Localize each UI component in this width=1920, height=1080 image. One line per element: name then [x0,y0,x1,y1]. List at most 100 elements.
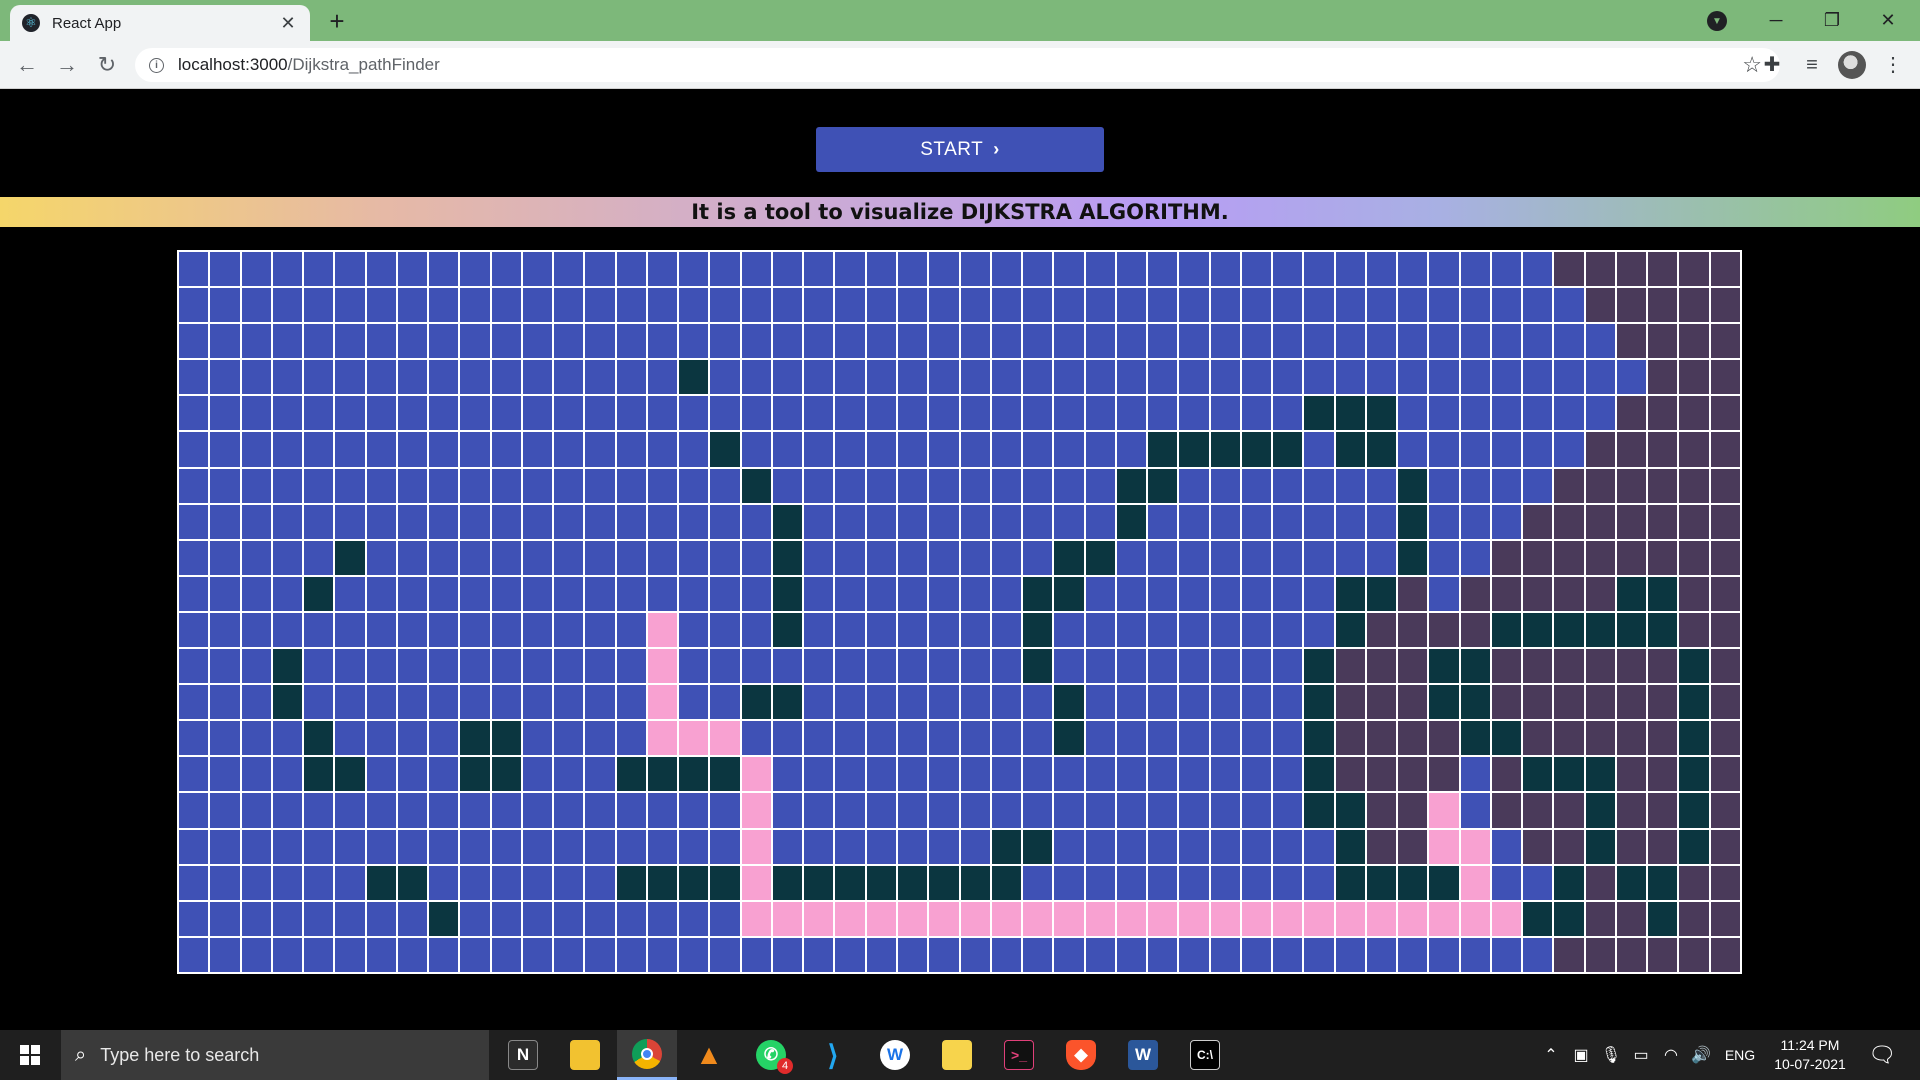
grid-cell-wall[interactable] [1304,396,1334,431]
grid-cell[interactable] [1148,721,1178,756]
grid-cell[interactable] [522,360,553,395]
grid-cell-visited[interactable] [1523,685,1553,720]
grid-cell[interactable] [679,576,709,611]
grid-cell[interactable] [397,252,428,287]
grid-cell[interactable] [1179,324,1209,359]
grid-cell[interactable] [1273,612,1303,648]
grid-cell[interactable] [1116,396,1147,431]
grid-cell-path[interactable] [647,649,678,684]
grid-cell[interactable] [710,685,740,720]
grid-cell[interactable] [1241,649,1272,684]
grid-cell[interactable] [554,793,584,828]
taskbar-vscode[interactable]: ⟩ [803,1030,863,1080]
grid-cell-path[interactable] [897,901,928,936]
grid-cell[interactable] [897,360,928,395]
grid-cell[interactable] [1491,252,1522,287]
grid-cell-visited[interactable] [1648,937,1678,972]
grid-cell[interactable] [1366,252,1397,287]
grid-cell[interactable] [991,396,1022,431]
grid-cell-visited[interactable] [1710,685,1740,720]
grid-cell[interactable] [272,468,303,503]
grid-cell[interactable] [335,432,365,467]
grid-cell[interactable] [585,504,615,539]
grid-cell-wall[interactable] [304,721,334,756]
grid-cell[interactable] [991,612,1022,648]
start-button[interactable]: START › [816,127,1104,172]
grid-cell[interactable] [1023,396,1053,431]
grid-cell-path[interactable] [679,721,709,756]
grid-cell-wall[interactable] [1523,901,1553,936]
grid-cell[interactable] [1241,396,1272,431]
grid-cell[interactable] [241,793,271,828]
taskbar-search-box[interactable]: ⌕ Type here to search [61,1030,489,1080]
grid-cell[interactable] [1398,937,1428,972]
grid-cell[interactable] [1148,757,1178,792]
grid-cell[interactable] [1429,576,1459,611]
grid-cell-path[interactable] [741,757,771,792]
grid-cell[interactable] [179,829,209,864]
grid-cell[interactable] [804,324,834,359]
grid-cell[interactable] [1335,540,1365,575]
grid-cell-path[interactable] [1429,793,1459,828]
grid-cell-visited[interactable] [1554,540,1584,575]
grid-cell-wall[interactable] [1023,829,1053,864]
grid-cell[interactable] [241,937,271,972]
grid-cell[interactable] [804,612,834,648]
grid-cell[interactable] [272,829,303,864]
grid-cell[interactable] [1241,685,1272,720]
grid-cell[interactable] [772,721,803,756]
grid-cell[interactable] [1429,396,1459,431]
grid-cell[interactable] [1054,757,1084,792]
grid-cell[interactable] [366,396,396,431]
taskbar-whatsapp[interactable]: ✆ 4 [741,1030,801,1080]
grid-cell[interactable] [835,360,865,395]
grid-cell[interactable] [241,829,271,864]
grid-cell[interactable] [835,649,865,684]
grid-cell[interactable] [1304,252,1334,287]
grid-cell[interactable] [522,540,553,575]
grid-cell[interactable] [741,432,771,467]
grid-cell[interactable] [210,288,240,323]
grid-cell[interactable] [210,468,240,503]
grid-cell-visited[interactable] [1679,252,1709,287]
grid-cell[interactable] [397,721,428,756]
grid-cell-visited[interactable] [1429,612,1459,648]
grid-cell[interactable] [210,432,240,467]
grid-cell[interactable] [429,829,459,864]
grid-cell[interactable] [241,288,271,323]
grid-cell[interactable] [1304,865,1334,900]
grid-cell[interactable] [991,504,1022,539]
grid-cell[interactable] [1429,937,1459,972]
grid-cell-path[interactable] [1148,901,1178,936]
grid-cell[interactable] [1179,540,1209,575]
grid-cell[interactable] [1210,829,1240,864]
grid-cell[interactable] [366,901,396,936]
grid-cell[interactable] [210,793,240,828]
grid-cell[interactable] [1054,649,1084,684]
grid-cell-wall[interactable] [1304,685,1334,720]
grid-cell[interactable] [179,504,209,539]
grid-cell[interactable] [554,540,584,575]
grid-cell[interactable] [1491,432,1522,467]
grid-cell-visited[interactable] [1679,360,1709,395]
grid-cell-visited[interactable] [1616,288,1647,323]
grid-cell[interactable] [835,540,865,575]
grid-cell[interactable] [647,468,678,503]
grid-cell-wall[interactable] [1179,432,1209,467]
grid-cell-path[interactable] [647,612,678,648]
grid-cell-wall[interactable] [991,865,1022,900]
grid-cell[interactable] [491,793,521,828]
grid-cell[interactable] [960,685,990,720]
grid-cell[interactable] [366,576,396,611]
grid-cell[interactable] [1054,252,1084,287]
grid-cell[interactable] [1210,649,1240,684]
grid-cell-wall[interactable] [1398,865,1428,900]
grid-cell[interactable] [1210,576,1240,611]
grid-cell-visited[interactable] [1398,793,1428,828]
grid-cell[interactable] [710,396,740,431]
grid-cell[interactable] [804,793,834,828]
grid-cell[interactable] [1210,757,1240,792]
grid-cell-visited[interactable] [1648,757,1678,792]
grid-cell[interactable] [1304,324,1334,359]
grid-cell[interactable] [272,540,303,575]
